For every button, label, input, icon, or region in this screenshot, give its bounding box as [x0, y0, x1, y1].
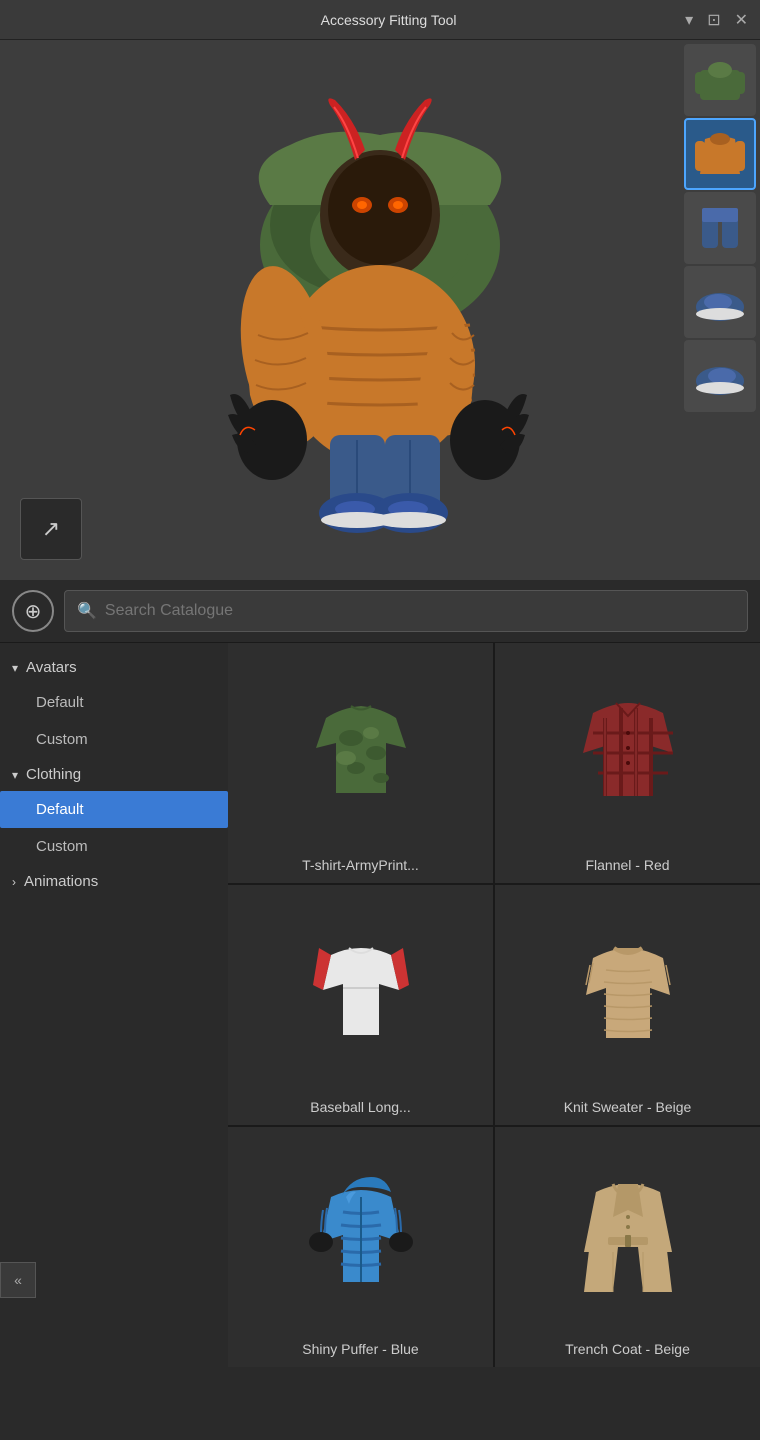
search-area: ⊕ 🔍: [0, 580, 760, 643]
catalogue-item-label: Knit Sweater - Beige: [556, 1095, 700, 1115]
sidebar-item-avatars-custom[interactable]: Custom: [0, 721, 228, 758]
catalogue-item-label: Flannel - Red: [577, 853, 677, 873]
window-title: Accessory Fitting Tool: [92, 12, 685, 28]
sidebar-item-clothing-default[interactable]: Default: [0, 791, 228, 828]
window-controls[interactable]: ▾ ⊡ ✕: [685, 10, 748, 30]
minimize-button[interactable]: ▾: [685, 10, 693, 30]
search-input-wrap[interactable]: 🔍: [64, 590, 748, 632]
catalogue-item-trench-coat-beige[interactable]: Trench Coat - Beige: [495, 1127, 760, 1367]
catalogue-item-label: T-shirt-ArmyPrint...: [294, 853, 427, 873]
collapse-icon: «: [14, 1272, 22, 1288]
external-link-button[interactable]: ↗: [20, 498, 82, 560]
chevron-down-icon: ▾: [12, 661, 18, 675]
title-bar: Accessory Fitting Tool ▾ ⊡ ✕: [0, 0, 760, 40]
external-link-icon: ↗: [42, 516, 60, 542]
sidebar-section-clothing-label: Clothing: [26, 766, 81, 783]
catalogue-item-thumb: [495, 885, 760, 1095]
sidebar-nav: ▾ Avatars Default Custom ▾ Clothing Defa…: [0, 643, 228, 1367]
accessory-thumb-3[interactable]: [684, 192, 756, 264]
sidebar-item-clothing-custom[interactable]: Custom: [0, 828, 228, 865]
sidebar-section-animations-label: Animations: [24, 873, 98, 890]
accessory-thumb-4[interactable]: [684, 266, 756, 338]
catalogue-item-thumb: [228, 885, 493, 1095]
catalogue-item-shiny-puffer-blue[interactable]: Shiny Puffer - Blue: [228, 1127, 493, 1367]
accessory-thumb-2[interactable]: [684, 118, 756, 190]
collapse-sidebar-button[interactable]: «: [0, 1262, 36, 1298]
catalogue-item-thumb: [495, 1127, 760, 1337]
catalogue-item-label: Shiny Puffer - Blue: [294, 1337, 426, 1357]
search-input[interactable]: [105, 602, 735, 620]
sidebar-item-avatars-default[interactable]: Default: [0, 684, 228, 721]
close-button[interactable]: ✕: [735, 10, 748, 30]
add-button[interactable]: ⊕: [12, 590, 54, 632]
sidebar-section-animations[interactable]: › Animations: [0, 865, 228, 898]
catalogue-item-flannel-red[interactable]: Flannel - Red: [495, 643, 760, 883]
catalogue-item-knit-sweater-beige[interactable]: Knit Sweater - Beige: [495, 885, 760, 1125]
catalogue-item-label: Trench Coat - Beige: [557, 1337, 698, 1357]
catalogue-item-baseball-long[interactable]: Baseball Long...: [228, 885, 493, 1125]
maximize-button[interactable]: ⊡: [707, 10, 720, 30]
chevron-down-icon-2: ▾: [12, 768, 18, 782]
catalogue-item-thumb: [228, 1127, 493, 1337]
catalogue-item-label: Baseball Long...: [302, 1095, 418, 1115]
chevron-right-icon: ›: [12, 875, 16, 889]
character-preview: [0, 40, 760, 580]
accessory-sidebar: [680, 40, 760, 416]
catalogue-grid: T-shirt-ArmyPrint...: [228, 643, 760, 1367]
catalogue-item-thumb: [228, 643, 493, 853]
search-icon: 🔍: [77, 601, 97, 621]
add-icon: ⊕: [25, 599, 42, 624]
sidebar-section-avatars[interactable]: ▾ Avatars: [0, 651, 228, 684]
catalogue-item-tshirt-army[interactable]: T-shirt-ArmyPrint...: [228, 643, 493, 883]
catalogue-item-thumb: [495, 643, 760, 853]
sidebar-section-clothing[interactable]: ▾ Clothing: [0, 758, 228, 791]
sidebar-section-avatars-label: Avatars: [26, 659, 77, 676]
preview-area: ↗: [0, 40, 760, 580]
character-figure: [210, 85, 550, 535]
accessory-thumb-5[interactable]: [684, 340, 756, 412]
main-content: ▾ Avatars Default Custom ▾ Clothing Defa…: [0, 643, 760, 1367]
accessory-thumb-1[interactable]: [684, 44, 756, 116]
